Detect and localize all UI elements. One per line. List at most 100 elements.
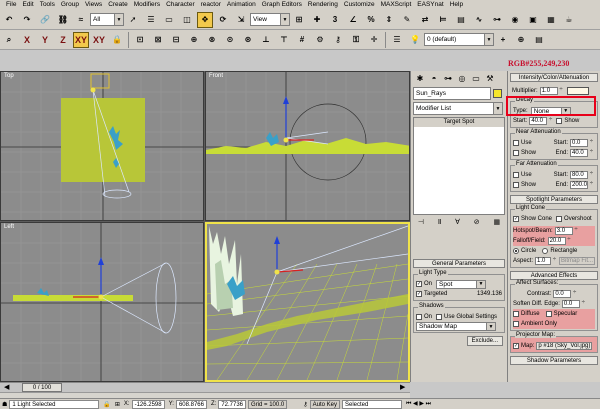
rectangle-radio[interactable] bbox=[542, 248, 549, 254]
object-color-swatch[interactable] bbox=[493, 89, 502, 98]
overshoot-checkbox[interactable] bbox=[556, 216, 563, 222]
time-slider-thumb[interactable]: 0 / 100 bbox=[22, 383, 62, 392]
set-key-icon[interactable]: ⚿ bbox=[348, 32, 364, 48]
layer-icon[interactable]: ☰ bbox=[389, 32, 405, 48]
targeted-checkbox[interactable]: ✓ bbox=[416, 291, 422, 297]
pin-stack-icon[interactable]: ⊣ bbox=[418, 218, 424, 226]
configure-sets-icon[interactable]: ▦ bbox=[493, 218, 500, 226]
curve-editor-icon[interactable]: ∿ bbox=[471, 12, 487, 28]
layer-select-icon[interactable]: ⊕ bbox=[513, 32, 529, 48]
motion-tab-icon[interactable]: ◎ bbox=[456, 72, 468, 84]
far-end-spinner[interactable]: 200.0 bbox=[570, 181, 593, 189]
far-start-spinner[interactable]: 80.0 bbox=[570, 171, 593, 179]
specular-checkbox[interactable] bbox=[545, 311, 552, 317]
unlink-icon[interactable]: ⛓ bbox=[55, 12, 71, 28]
shadows-on-checkbox[interactable] bbox=[416, 314, 422, 320]
render-setup-icon[interactable]: ▣ bbox=[525, 12, 541, 28]
viewport-label-left[interactable]: Left bbox=[4, 224, 14, 230]
angle-snap-icon[interactable]: ∠ bbox=[345, 12, 361, 28]
aspect-spinner[interactable]: 1.0 bbox=[535, 257, 556, 265]
y-coordinate-field[interactable]: 608.8766 bbox=[175, 399, 207, 409]
circle-radio[interactable] bbox=[513, 248, 519, 254]
menu-item-create[interactable]: Create bbox=[105, 0, 131, 10]
advanced-effects-rollout[interactable]: Advanced Effects bbox=[510, 271, 598, 280]
menu-item-customize[interactable]: Customize bbox=[341, 0, 378, 10]
diffuse-checkbox[interactable] bbox=[513, 311, 519, 317]
menu-item-maxscript[interactable]: MAXScript bbox=[378, 0, 415, 10]
quick-render-icon[interactable]: ☕ bbox=[561, 12, 577, 28]
percent-snap-icon[interactable]: % bbox=[363, 12, 379, 28]
snap-midpoint-icon[interactable]: ⊟ bbox=[168, 32, 184, 48]
shadow-type-dropdown[interactable]: Shadow Map ▼ bbox=[416, 322, 496, 331]
layer-props-icon[interactable]: ▤ bbox=[531, 32, 547, 48]
spotlight-rollout[interactable]: Spotlight Parameters bbox=[510, 195, 598, 204]
x-coordinate-field[interactable]: -126.2598 bbox=[131, 399, 165, 409]
menu-item-modifiers[interactable]: Modifiers bbox=[131, 0, 163, 10]
lock-selection-icon[interactable]: 🔒 bbox=[103, 401, 110, 408]
snap-endpoint-icon[interactable]: ⊠ bbox=[150, 32, 166, 48]
mirror-icon[interactable]: ⇄ bbox=[417, 12, 433, 28]
menu-item-group[interactable]: Group bbox=[58, 0, 82, 10]
layer-dropdown[interactable]: 0 (default) ▼ bbox=[424, 33, 494, 46]
redo-icon[interactable]: ↷ bbox=[19, 12, 35, 28]
render-frame-icon[interactable]: ▦ bbox=[543, 12, 559, 28]
contrast-spinner[interactable]: 0.0 bbox=[553, 290, 576, 298]
shadow-parameters-rollout[interactable]: Shadow Parameters bbox=[510, 356, 598, 365]
select-object-icon[interactable]: ➚ bbox=[125, 12, 141, 28]
menu-item-help[interactable]: Help bbox=[447, 0, 466, 10]
named-selection-icon[interactable]: ✎ bbox=[399, 12, 415, 28]
snap-options-icon[interactable]: ⚙ bbox=[312, 32, 328, 48]
near-end-spinner[interactable]: 40.0 bbox=[570, 149, 593, 157]
utilities-tab-icon[interactable]: ⚒ bbox=[484, 72, 496, 84]
align-icon[interactable]: ⊨ bbox=[435, 12, 451, 28]
decay-start-spinner[interactable]: 40.0 bbox=[529, 117, 552, 125]
ambient-only-checkbox[interactable] bbox=[513, 321, 519, 327]
axis-z-button[interactable]: Z bbox=[55, 32, 71, 48]
snap-face-icon[interactable]: ⊗ bbox=[204, 32, 220, 48]
menu-item-file[interactable]: File bbox=[3, 0, 19, 10]
viewport-left[interactable]: Left bbox=[0, 222, 204, 382]
far-use-checkbox[interactable] bbox=[513, 172, 519, 178]
viewport-front[interactable]: Front bbox=[205, 71, 410, 221]
time-slider-prev-icon[interactable]: ◀ bbox=[4, 383, 9, 391]
snap-grid-icon[interactable]: # bbox=[294, 32, 310, 48]
menu-item-graph-editors[interactable]: Graph Editors bbox=[259, 0, 305, 10]
menu-item-tools[interactable]: Tools bbox=[37, 0, 58, 10]
create-helper-icon[interactable]: ✛ bbox=[366, 32, 382, 48]
reference-coord-dropdown[interactable]: View ▼ bbox=[250, 13, 290, 26]
key-icon[interactable]: ⚷ bbox=[303, 401, 307, 408]
manipulate-icon[interactable]: ✚ bbox=[309, 12, 325, 28]
schematic-view-icon[interactable]: ⊶ bbox=[489, 12, 505, 28]
new-layer-icon[interactable]: + bbox=[495, 32, 511, 48]
make-unique-icon[interactable]: ∀ bbox=[455, 218, 460, 226]
spinner-snap-icon[interactable]: ⇕ bbox=[381, 12, 397, 28]
menu-item-rendering[interactable]: Rendering bbox=[305, 0, 341, 10]
snap-vertex-icon[interactable]: ⊡ bbox=[132, 32, 148, 48]
menu-item-views[interactable]: Views bbox=[82, 0, 105, 10]
layer-visibility-icon[interactable]: 💡 bbox=[407, 32, 423, 48]
z-coordinate-field[interactable]: 72.7736 bbox=[218, 399, 247, 409]
decay-type-dropdown[interactable]: None ▼ bbox=[530, 106, 571, 116]
undo-icon[interactable]: ↶ bbox=[1, 12, 17, 28]
time-slider-next-icon[interactable]: ▶ bbox=[400, 383, 405, 391]
object-name-field[interactable]: Sun_Rays bbox=[413, 87, 491, 100]
select-link-icon[interactable]: 🔗 bbox=[37, 12, 53, 28]
pivot-center-icon[interactable]: ⊞ bbox=[291, 12, 307, 28]
bind-space-warp-icon[interactable]: ≈ bbox=[73, 12, 89, 28]
rect-region-icon[interactable]: ▭ bbox=[161, 12, 177, 28]
show-cone-checkbox[interactable]: ✓ bbox=[513, 216, 519, 222]
soften-spinner[interactable]: 0.0 bbox=[561, 300, 585, 308]
layer-manager-icon[interactable]: ▤ bbox=[453, 12, 469, 28]
display-tab-icon[interactable]: ▭ bbox=[470, 72, 482, 84]
decay-show-checkbox[interactable] bbox=[556, 118, 563, 124]
snap-edge-icon[interactable]: ⊕ bbox=[186, 32, 202, 48]
show-end-result-icon[interactable]: Ⅱ bbox=[438, 218, 441, 226]
exclude-button[interactable]: Exclude... bbox=[466, 336, 503, 346]
window-crossing-icon[interactable]: ◫ bbox=[179, 12, 195, 28]
near-show-checkbox[interactable] bbox=[513, 150, 519, 156]
viewport-label-top[interactable]: Top bbox=[4, 73, 14, 79]
bitmap-fit-button[interactable]: Bitmap Fit... bbox=[559, 257, 596, 265]
stack-item-target-spot[interactable]: Target Spot bbox=[414, 118, 504, 127]
snap-pivot-icon[interactable]: ⊙ bbox=[222, 32, 238, 48]
menu-item-reactor[interactable]: reactor bbox=[198, 0, 224, 10]
